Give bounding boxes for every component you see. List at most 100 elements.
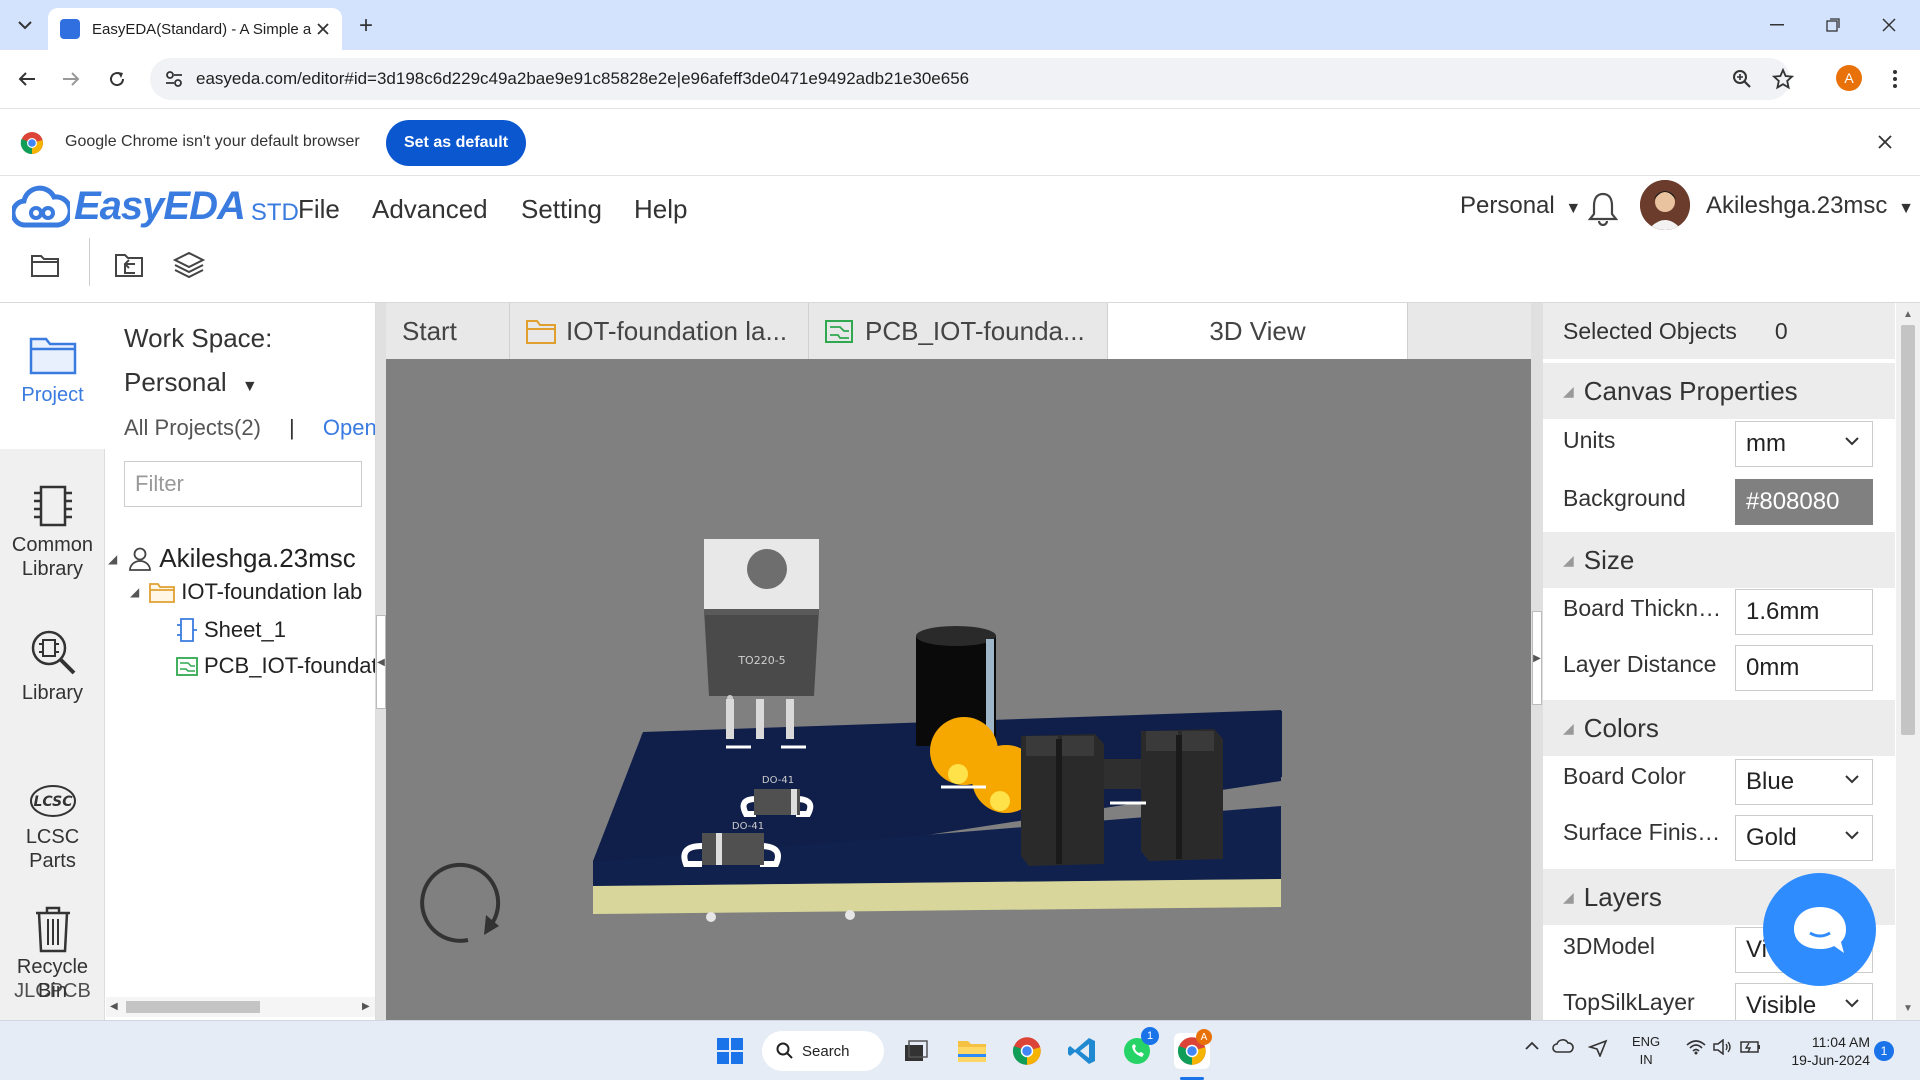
surface-finish-select[interactable]: Gold xyxy=(1735,815,1873,861)
chrome-profile-button[interactable]: A xyxy=(1174,1029,1212,1069)
site-info-icon[interactable] xyxy=(164,69,184,89)
scroll-thumb[interactable] xyxy=(1901,325,1915,735)
sidebar-item-common-library[interactable]: Common Library xyxy=(0,483,105,581)
browser-menu-button[interactable] xyxy=(1880,64,1910,94)
language-code: ENG xyxy=(1632,1034,1661,1049)
tab-search-button[interactable] xyxy=(10,10,40,40)
set-as-default-button[interactable]: Set as default xyxy=(386,120,526,166)
browser-tab-easyeda[interactable]: EasyEDA(Standard) - A Simple a xyxy=(48,8,342,50)
menu-help[interactable]: Help xyxy=(634,194,687,225)
restore-icon xyxy=(1826,18,1840,32)
tab-3d-view[interactable]: 3D View xyxy=(1108,303,1408,359)
sidebar-item-recycle-bin[interactable]: Recycle Bin JLCPCB xyxy=(0,903,105,1003)
canvas-properties-header[interactable]: ◢ Canvas Properties xyxy=(1543,363,1895,419)
close-window-button[interactable] xyxy=(1874,12,1904,38)
collapse-right-handle[interactable]: ▶ xyxy=(1532,611,1542,705)
minimize-button[interactable] xyxy=(1762,12,1792,38)
system-clock[interactable]: 11:04 AM 19-Jun-2024 xyxy=(1778,1033,1870,1069)
notification-badge[interactable]: 1 xyxy=(1874,1041,1894,1061)
tab-schematic[interactable]: IOT-foundation la... xyxy=(510,303,809,359)
windows-logo-icon xyxy=(717,1038,743,1064)
volume-icon[interactable] xyxy=(1712,1039,1732,1055)
chat-support-button[interactable] xyxy=(1763,873,1876,986)
units-select[interactable]: mm xyxy=(1735,421,1873,467)
restore-button[interactable] xyxy=(1818,12,1848,38)
background-color-field[interactable]: #808080 xyxy=(1735,479,1873,525)
send-icon[interactable] xyxy=(1588,1039,1608,1057)
tab-start[interactable]: Start xyxy=(386,303,510,359)
new-tab-button[interactable]: + xyxy=(352,12,380,40)
easyeda-logo[interactable]: EasyEDA STD xyxy=(12,184,299,229)
show-hidden-icons[interactable] xyxy=(1524,1041,1540,1051)
scroll-left-icon[interactable]: ◀ xyxy=(110,1001,118,1012)
close-tab-icon[interactable] xyxy=(316,22,330,36)
chevron-down-icon xyxy=(18,21,32,30)
menu-setting[interactable]: Setting xyxy=(521,194,602,225)
rotate-view-icon[interactable] xyxy=(420,862,501,943)
back-button[interactable] xyxy=(12,64,42,94)
battery-icon[interactable] xyxy=(1740,1039,1762,1055)
open-link[interactable]: Open xyxy=(323,415,375,440)
bookmark-star-icon[interactable] xyxy=(1772,68,1794,90)
board-thickness-input[interactable]: 1.6mm xyxy=(1735,589,1873,635)
whatsapp-button[interactable]: 1 xyxy=(1119,1027,1159,1069)
tree-pcb-node[interactable]: PCB_IOT-foundation xyxy=(176,653,375,679)
tree-project-node[interactable]: ◢ IOT-foundation lab xyxy=(130,579,362,605)
size-header[interactable]: ◢ Size xyxy=(1543,532,1895,588)
menu-file[interactable]: File xyxy=(298,194,340,225)
file-explorer-button[interactable] xyxy=(954,1033,990,1069)
language-indicator[interactable]: ENG IN xyxy=(1632,1033,1660,1069)
collapse-left-handle[interactable]: ◀ xyxy=(376,615,386,709)
zoom-icon[interactable] xyxy=(1732,69,1752,89)
sidebar-item-project[interactable]: Project xyxy=(0,303,105,449)
workspace-dropdown[interactable]: Personal ▼ xyxy=(1460,192,1581,220)
sidebar-item-jlcpcb[interactable]: Bin JLCPCB xyxy=(0,979,105,1003)
topsilk-select[interactable]: Visible xyxy=(1735,983,1873,1020)
user-avatar[interactable] xyxy=(1640,180,1690,230)
properties-scrollbar[interactable]: ▲ ▼ xyxy=(1896,303,1920,1020)
layers-tool-button[interactable] xyxy=(172,248,206,282)
board-color-select[interactable]: Blue xyxy=(1735,759,1873,805)
vscode-button[interactable] xyxy=(1064,1033,1100,1069)
background-value: #808080 xyxy=(1746,488,1840,515)
workspace-select[interactable]: Personal ▼ xyxy=(124,367,258,398)
chrome-taskbar-button[interactable] xyxy=(1009,1033,1045,1069)
all-projects-link[interactable]: All Projects(2) xyxy=(124,415,261,440)
start-button[interactable] xyxy=(712,1033,748,1069)
tree-expand-icon[interactable]: ◢ xyxy=(108,552,117,566)
onedrive-icon[interactable] xyxy=(1552,1039,1574,1053)
scroll-up-icon[interactable]: ▲ xyxy=(1903,309,1913,320)
user-icon xyxy=(129,547,152,571)
filter-input[interactable] xyxy=(124,461,362,507)
profile-avatar[interactable]: A xyxy=(1836,65,1862,91)
project-folder-icon xyxy=(29,337,76,375)
tree-expand-icon[interactable]: ◢ xyxy=(130,585,139,599)
sidebar-item-lcsc-parts[interactable]: LCSC LCSC Parts xyxy=(0,781,105,873)
menu-advanced[interactable]: Advanced xyxy=(372,194,488,225)
tree-user-node[interactable]: ◢ Akileshga.23msc xyxy=(108,543,356,574)
tab-pcb[interactable]: PCB_IOT-founda... xyxy=(809,303,1108,359)
address-bar[interactable]: easyeda.com/editor#id=3d198c6d229c49a2ba… xyxy=(150,58,1794,100)
tree-sheet-node[interactable]: Sheet_1 xyxy=(176,617,286,643)
right-splitter[interactable]: ▶ xyxy=(1531,303,1543,1020)
task-view-button[interactable] xyxy=(898,1033,934,1069)
colors-header[interactable]: ◢ Colors xyxy=(1543,700,1895,756)
user-dropdown[interactable]: Akileshga.23msc ▼ xyxy=(1706,192,1914,220)
layer-distance-input[interactable]: 0mm xyxy=(1735,645,1873,691)
wifi-icon[interactable] xyxy=(1686,1039,1706,1055)
scroll-right-icon[interactable]: ▶ xyxy=(362,1001,370,1012)
3d-view-canvas[interactable]: DO-41 DO-41 TO220-5 xyxy=(386,359,1531,1020)
bell-icon[interactable] xyxy=(1586,190,1620,226)
scroll-down-icon[interactable]: ▼ xyxy=(1903,1003,1913,1014)
pcb-3d-model[interactable]: DO-41 DO-41 TO220-5 xyxy=(386,359,1531,1020)
open-project-tool-button[interactable] xyxy=(28,248,62,282)
scroll-thumb[interactable] xyxy=(126,1001,260,1013)
reload-button[interactable] xyxy=(102,64,132,94)
left-splitter[interactable]: ◀ xyxy=(376,303,386,1020)
forward-button[interactable] xyxy=(56,64,86,94)
horizontal-scrollbar[interactable]: ◀ ▶ xyxy=(106,997,375,1017)
sidebar-item-library[interactable]: Library xyxy=(0,627,105,705)
close-infobar-icon[interactable] xyxy=(1878,135,1892,149)
import-tool-button[interactable] xyxy=(112,248,146,282)
taskbar-search[interactable]: Search xyxy=(762,1031,884,1071)
